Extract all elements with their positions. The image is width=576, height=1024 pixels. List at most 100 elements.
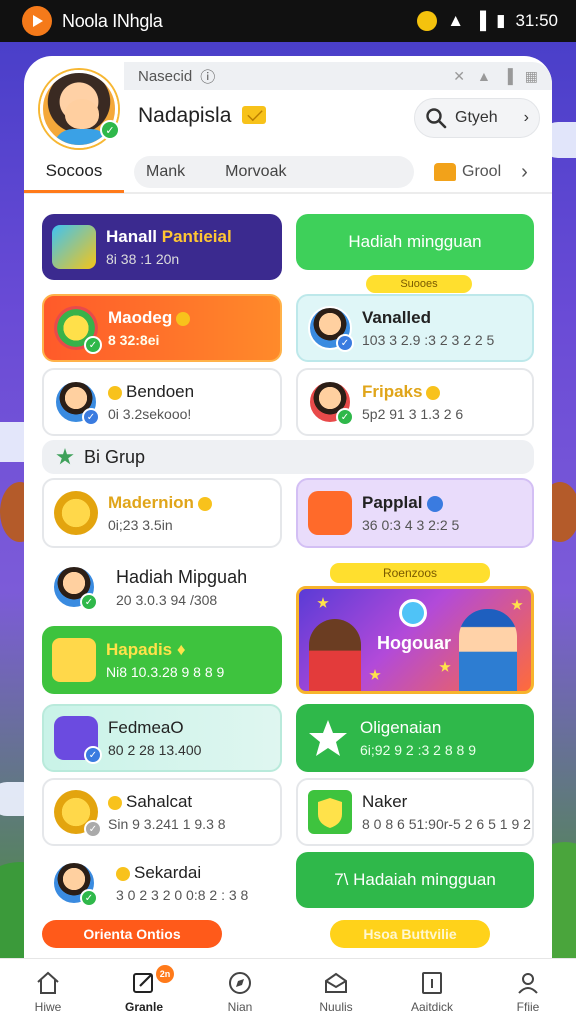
tab-group: Mank Morvoak xyxy=(134,156,414,188)
status-time: 31:50 xyxy=(515,11,558,30)
tile-hadiah-minguah[interactable]: ✓ Hadiah Mipguah 20 3.0.3 94 /308 xyxy=(42,556,282,618)
tab-morvoak[interactable]: Morvoak xyxy=(225,163,286,181)
battery-icon: ▮ xyxy=(496,11,506,30)
tile-hadiah-top-title: Hadiah mingguan xyxy=(348,232,482,251)
tile-sahalcat-title: Sahalcat xyxy=(126,792,193,811)
tile-sekardai-title: Sekardai xyxy=(134,863,202,882)
promo-banner[interactable]: Hogouar xyxy=(296,586,534,694)
search-icon xyxy=(426,108,447,129)
tile-sahalcat[interactable]: ✓ Sahalcat Sin 9 3.241 1 9.3 8 xyxy=(42,778,282,846)
main-card: Nasecid ⓘ ✕ ▲ ▐ ▦ ✓ Nadapisla Gtyeh › So… xyxy=(24,56,552,958)
profile-name: Nadapisla xyxy=(138,104,232,127)
nav-home[interactable]: Hiwe xyxy=(0,959,96,1024)
verified-check-icon: ✓ xyxy=(100,120,120,140)
nav-nian-label: Nian xyxy=(227,999,253,1014)
avatar: ✓ xyxy=(54,380,100,426)
tile-hadaiah-bottom-title: 7\ Hadaiah mingguan xyxy=(334,870,496,889)
tile-vanalled-sub: 103 3 2.9 :3 2 3 2 2 5 xyxy=(362,332,495,348)
avatar: ✓ xyxy=(308,380,354,426)
tile-hadiah-minguah-title: Hadiah Mipguah xyxy=(116,566,248,587)
gem-icon xyxy=(399,599,427,627)
tile-sekardai-sub: 3 0 2 3 2 0 0:8 2 : 3 8 xyxy=(116,887,249,903)
bottom-nav: Hiwe 2n Granle Nian Nuulis Aaitdick Ffii… xyxy=(0,958,576,1024)
tile-naker-title: Naker xyxy=(362,792,408,811)
banner-title: Hogouar xyxy=(377,633,451,653)
tile-hanall-sub: 8i 38 :1 20n xyxy=(106,251,180,267)
tile-naker-sub: 8 0 8 6 51:90r-5 2 6 5 1 9 2 5 xyxy=(362,816,534,832)
search-button[interactable]: Gtyeh › xyxy=(414,98,540,138)
tile-vanalled-title: Vanalled xyxy=(362,308,431,327)
tile-fripaks[interactable]: ✓ Fripaks 5p2 91 3 1.3 2 6 xyxy=(296,368,534,436)
chip-roenzoos: Roenzoos xyxy=(330,563,490,583)
tile-sahalcat-sub: Sin 9 3.241 1 9.3 8 xyxy=(108,816,226,832)
tile-maodeg[interactable]: ✓ Maodeg 8 32:8ei xyxy=(42,294,282,362)
tile-hadiah-top[interactable]: Hadiah mingguan xyxy=(296,214,534,270)
orange-action-button[interactable]: Orienta Ontios xyxy=(42,920,222,948)
tile-bendoen-sub: 0i 3.2sekooo! xyxy=(108,406,192,422)
mail-open-icon xyxy=(325,972,347,993)
tile-fripaks-sub: 5p2 91 3 1.3 2 6 xyxy=(362,406,464,422)
info-icon xyxy=(422,971,442,994)
tile-hadiah-minguah-sub: 20 3.0.3 94 /308 xyxy=(116,591,218,608)
nav-profile[interactable]: Ffiie xyxy=(480,959,576,1024)
tab-socoos[interactable]: Socoos xyxy=(24,151,124,193)
notification-dot-icon xyxy=(417,11,438,31)
tab-mank[interactable]: Mank xyxy=(146,163,185,181)
tile-oligenaian-title: Oligenaian xyxy=(360,718,442,737)
nav-aaitdick-label: Aaitdick xyxy=(410,999,454,1014)
mail-icon[interactable] xyxy=(242,106,266,124)
home-icon xyxy=(37,971,59,994)
tile-maodeg-sub: 8 32:8ei xyxy=(108,332,160,348)
top-strip-label: Nasecid xyxy=(138,67,193,85)
close-x-icon[interactable]: ✕ xyxy=(453,68,465,85)
verified-check-icon xyxy=(427,495,444,512)
tile-oligenaian[interactable]: Oligenaian 6i;92 9 2 :3 2 8 8 9 xyxy=(296,704,534,772)
avatar: ✓ xyxy=(52,565,98,611)
info-icon[interactable]: ⓘ xyxy=(200,66,453,87)
grid-icon[interactable]: ▦ xyxy=(525,68,538,85)
tile-hadaiah-bottom[interactable]: 7\ Hadaiah mingguan xyxy=(296,852,534,908)
star-icon xyxy=(306,716,350,760)
tile-fedmeao-title: FedmeaO xyxy=(108,718,184,737)
chevron-right-icon: › xyxy=(521,160,528,183)
tile-hanall[interactable]: Hanall Pantieial 8i 38 :1 20n xyxy=(42,214,282,280)
tile-madernion-sub: 0i;23 3.5in xyxy=(108,517,173,533)
tile-fedmeao[interactable]: ✓ FedmeaO 80 2 28 13.400 xyxy=(42,704,282,772)
cube-icon xyxy=(52,225,96,269)
tab-grool[interactable]: Grool › xyxy=(434,161,528,184)
character-figure xyxy=(459,609,517,691)
tile-naker[interactable]: Naker 8 0 8 6 51:90r-5 2 6 5 1 9 2 5 xyxy=(296,778,534,846)
shield-icon xyxy=(308,790,352,834)
tile-fripaks-title: Fripaks xyxy=(362,382,423,401)
status-app-name: Noola INhgla xyxy=(62,10,163,31)
castle-icon xyxy=(434,163,456,181)
tile-bendoen[interactable]: ✓ Bendoen 0i 3.2sekooo! xyxy=(42,368,282,436)
nav-nuulis[interactable]: Nuulis xyxy=(288,959,384,1024)
nav-aaitdick[interactable]: Aaitdick xyxy=(384,959,480,1024)
tile-hapadis[interactable]: Hapadis ♦ Ni8 10.3.28 9 8 8 9 xyxy=(42,626,282,694)
tile-papplal[interactable]: Papplal 36 0:3 4 3 2:2 5 xyxy=(296,478,534,548)
nav-badge: 2n xyxy=(156,965,174,983)
tile-maodeg-title: Maodeg xyxy=(108,308,173,327)
nav-home-label: Hiwe xyxy=(34,999,62,1014)
tile-papplal-sub: 36 0:3 4 3 2:2 5 xyxy=(362,517,460,533)
tile-hapadis-title: Hapadis xyxy=(106,640,173,659)
cube-icon: ✓ xyxy=(54,716,102,764)
tile-madernion-title: Madernion xyxy=(108,493,194,512)
signal-icon: ▐ xyxy=(474,11,487,30)
wifi-icon: ▲ xyxy=(447,11,465,30)
app-play-icon xyxy=(22,6,52,36)
person-icon xyxy=(518,972,538,994)
signal-icon: ▐ xyxy=(502,67,513,84)
tile-vanalled[interactable]: ✓ Vanalled 103 3 2.9 :3 2 3 2 2 5 xyxy=(296,294,534,362)
yellow-action-button[interactable]: Hsoa Buttvilie xyxy=(330,920,490,948)
nav-nian[interactable]: Nian xyxy=(192,959,288,1024)
compass-icon xyxy=(229,971,251,994)
fish-icon xyxy=(308,491,352,535)
avatar: ✓ xyxy=(52,861,98,907)
nav-granle[interactable]: 2n Granle xyxy=(96,959,192,1024)
tile-madernion[interactable]: Madernion 0i;23 3.5in xyxy=(42,478,282,548)
tile-sekardai[interactable]: ✓ Sekardai 3 0 2 3 2 0 0:8 2 : 3 8 xyxy=(42,852,282,914)
search-label: Gtyeh xyxy=(455,109,498,126)
tile-papplal-title: Papplal xyxy=(362,493,423,512)
